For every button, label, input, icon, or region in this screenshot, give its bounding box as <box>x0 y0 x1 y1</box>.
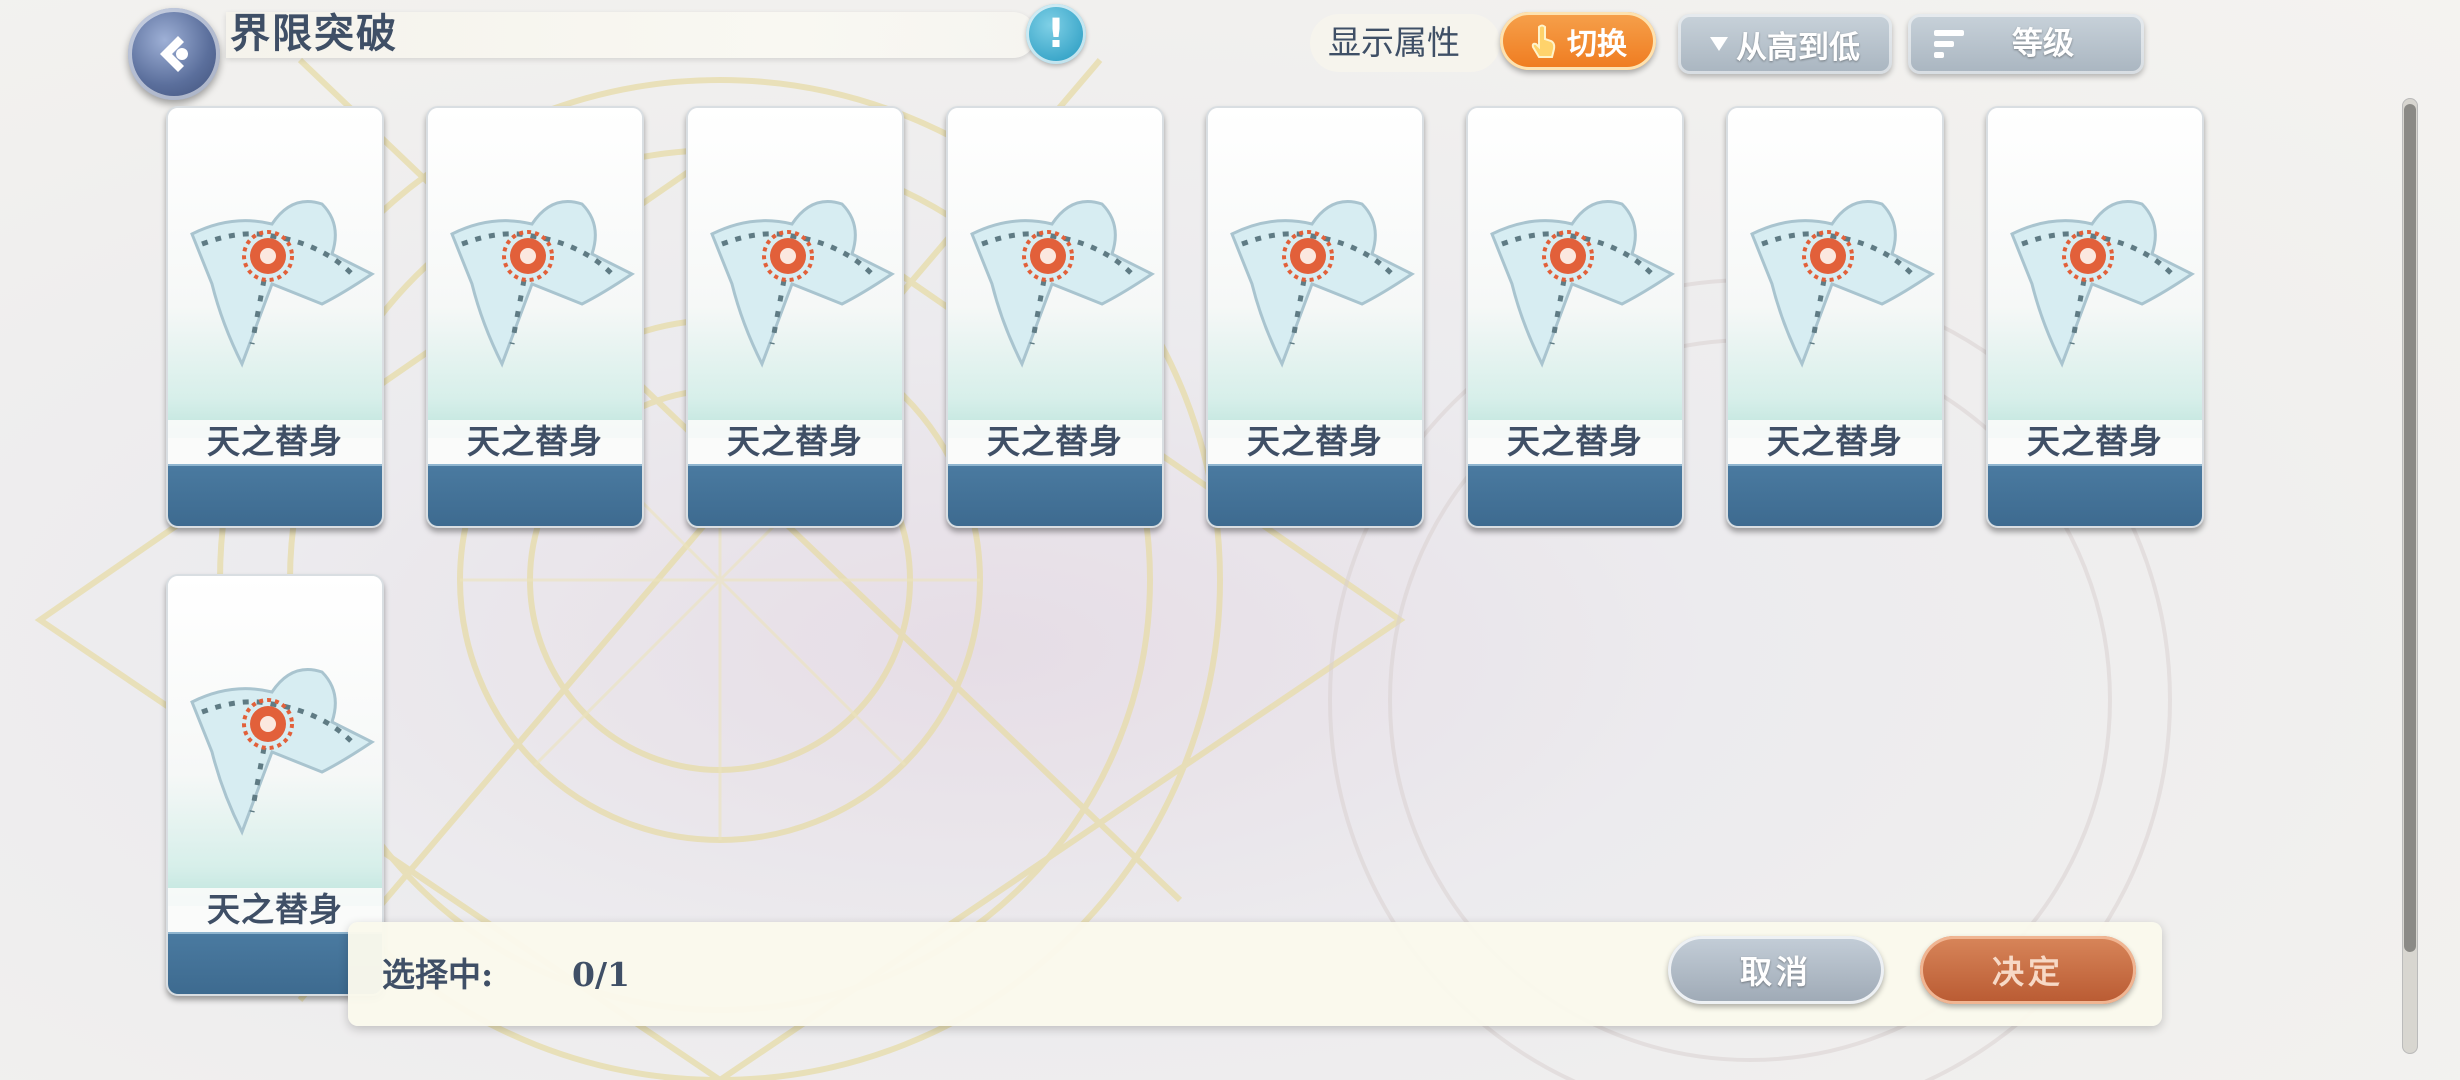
card-name: 天之替身 <box>948 420 1162 464</box>
card-name: 天之替身 <box>688 420 902 464</box>
card-emblem-icon <box>2010 200 2195 368</box>
card-footer <box>1468 464 1682 526</box>
switch-label: 切换 <box>1567 27 1627 62</box>
page-title: 界限突破 <box>230 10 398 57</box>
card-item[interactable]: 天之替身 <box>1986 106 2204 528</box>
card-name: 天之替身 <box>1988 420 2202 464</box>
scrollbar-thumb[interactable] <box>2404 104 2416 952</box>
card-emblem-icon <box>710 200 895 368</box>
back-button[interactable] <box>128 8 220 100</box>
card-name: 天之替身 <box>428 420 642 464</box>
card-art <box>168 108 382 438</box>
card-item[interactable]: 天之替身 <box>166 106 384 528</box>
card-footer <box>688 464 902 526</box>
card-name: 天之替身 <box>1208 420 1422 464</box>
card-emblem-icon <box>190 200 375 368</box>
sort-order-button[interactable]: 从高到低 <box>1678 14 1892 74</box>
card-art <box>948 108 1162 438</box>
card-emblem-icon <box>190 668 375 836</box>
sort-key-label: 等级 <box>2012 26 2074 62</box>
display-attr-label: 显示属性 <box>1328 23 1460 62</box>
card-name: 天之替身 <box>1728 420 1942 464</box>
card-name: 天之替身 <box>168 420 382 464</box>
card-art <box>1468 108 1682 438</box>
card-emblem-icon <box>450 200 635 368</box>
card-art <box>688 108 902 438</box>
card-footer <box>1208 464 1422 526</box>
finger-tap-icon <box>1531 24 1556 58</box>
info-button[interactable]: ! <box>1026 4 1086 64</box>
triangle-down-icon <box>1710 37 1728 51</box>
card-item[interactable]: 天之替身 <box>686 106 904 528</box>
card-art <box>1208 108 1422 438</box>
card-footer <box>948 464 1162 526</box>
card-name: 天之替身 <box>1468 420 1682 464</box>
card-art <box>1988 108 2202 438</box>
card-item[interactable]: 天之替身 <box>1206 106 1424 528</box>
sort-key-button[interactable]: 等级 <box>1908 14 2144 74</box>
card-footer <box>1728 464 1942 526</box>
card-art <box>168 576 382 906</box>
card-emblem-icon <box>1230 200 1415 368</box>
card-item[interactable]: 天之替身 <box>1726 106 1944 528</box>
back-arrow-icon <box>160 36 188 72</box>
info-icon: ! <box>1046 11 1066 57</box>
card-item[interactable]: 天之替身 <box>426 106 644 528</box>
card-item[interactable]: 天之替身 <box>946 106 1164 528</box>
card-footer <box>168 464 382 526</box>
card-art <box>428 108 642 438</box>
card-emblem-icon <box>1490 200 1675 368</box>
switch-button[interactable]: 切换 <box>1500 12 1656 70</box>
card-footer <box>428 464 642 526</box>
card-item[interactable]: 天之替身 <box>1466 106 1684 528</box>
sort-lines-icon <box>1934 30 1964 58</box>
card-footer <box>1988 464 2202 526</box>
card-art <box>1728 108 1942 438</box>
card-emblem-icon <box>970 200 1155 368</box>
cancel-button[interactable]: 取消 <box>1668 936 1884 1004</box>
selection-count: 0/1 <box>572 955 630 994</box>
selection-label: 选择中: <box>382 955 494 994</box>
card-emblem-icon <box>1750 200 1935 368</box>
confirm-button[interactable]: 决定 <box>1920 936 2136 1004</box>
sort-order-label: 从高到低 <box>1736 29 1860 66</box>
